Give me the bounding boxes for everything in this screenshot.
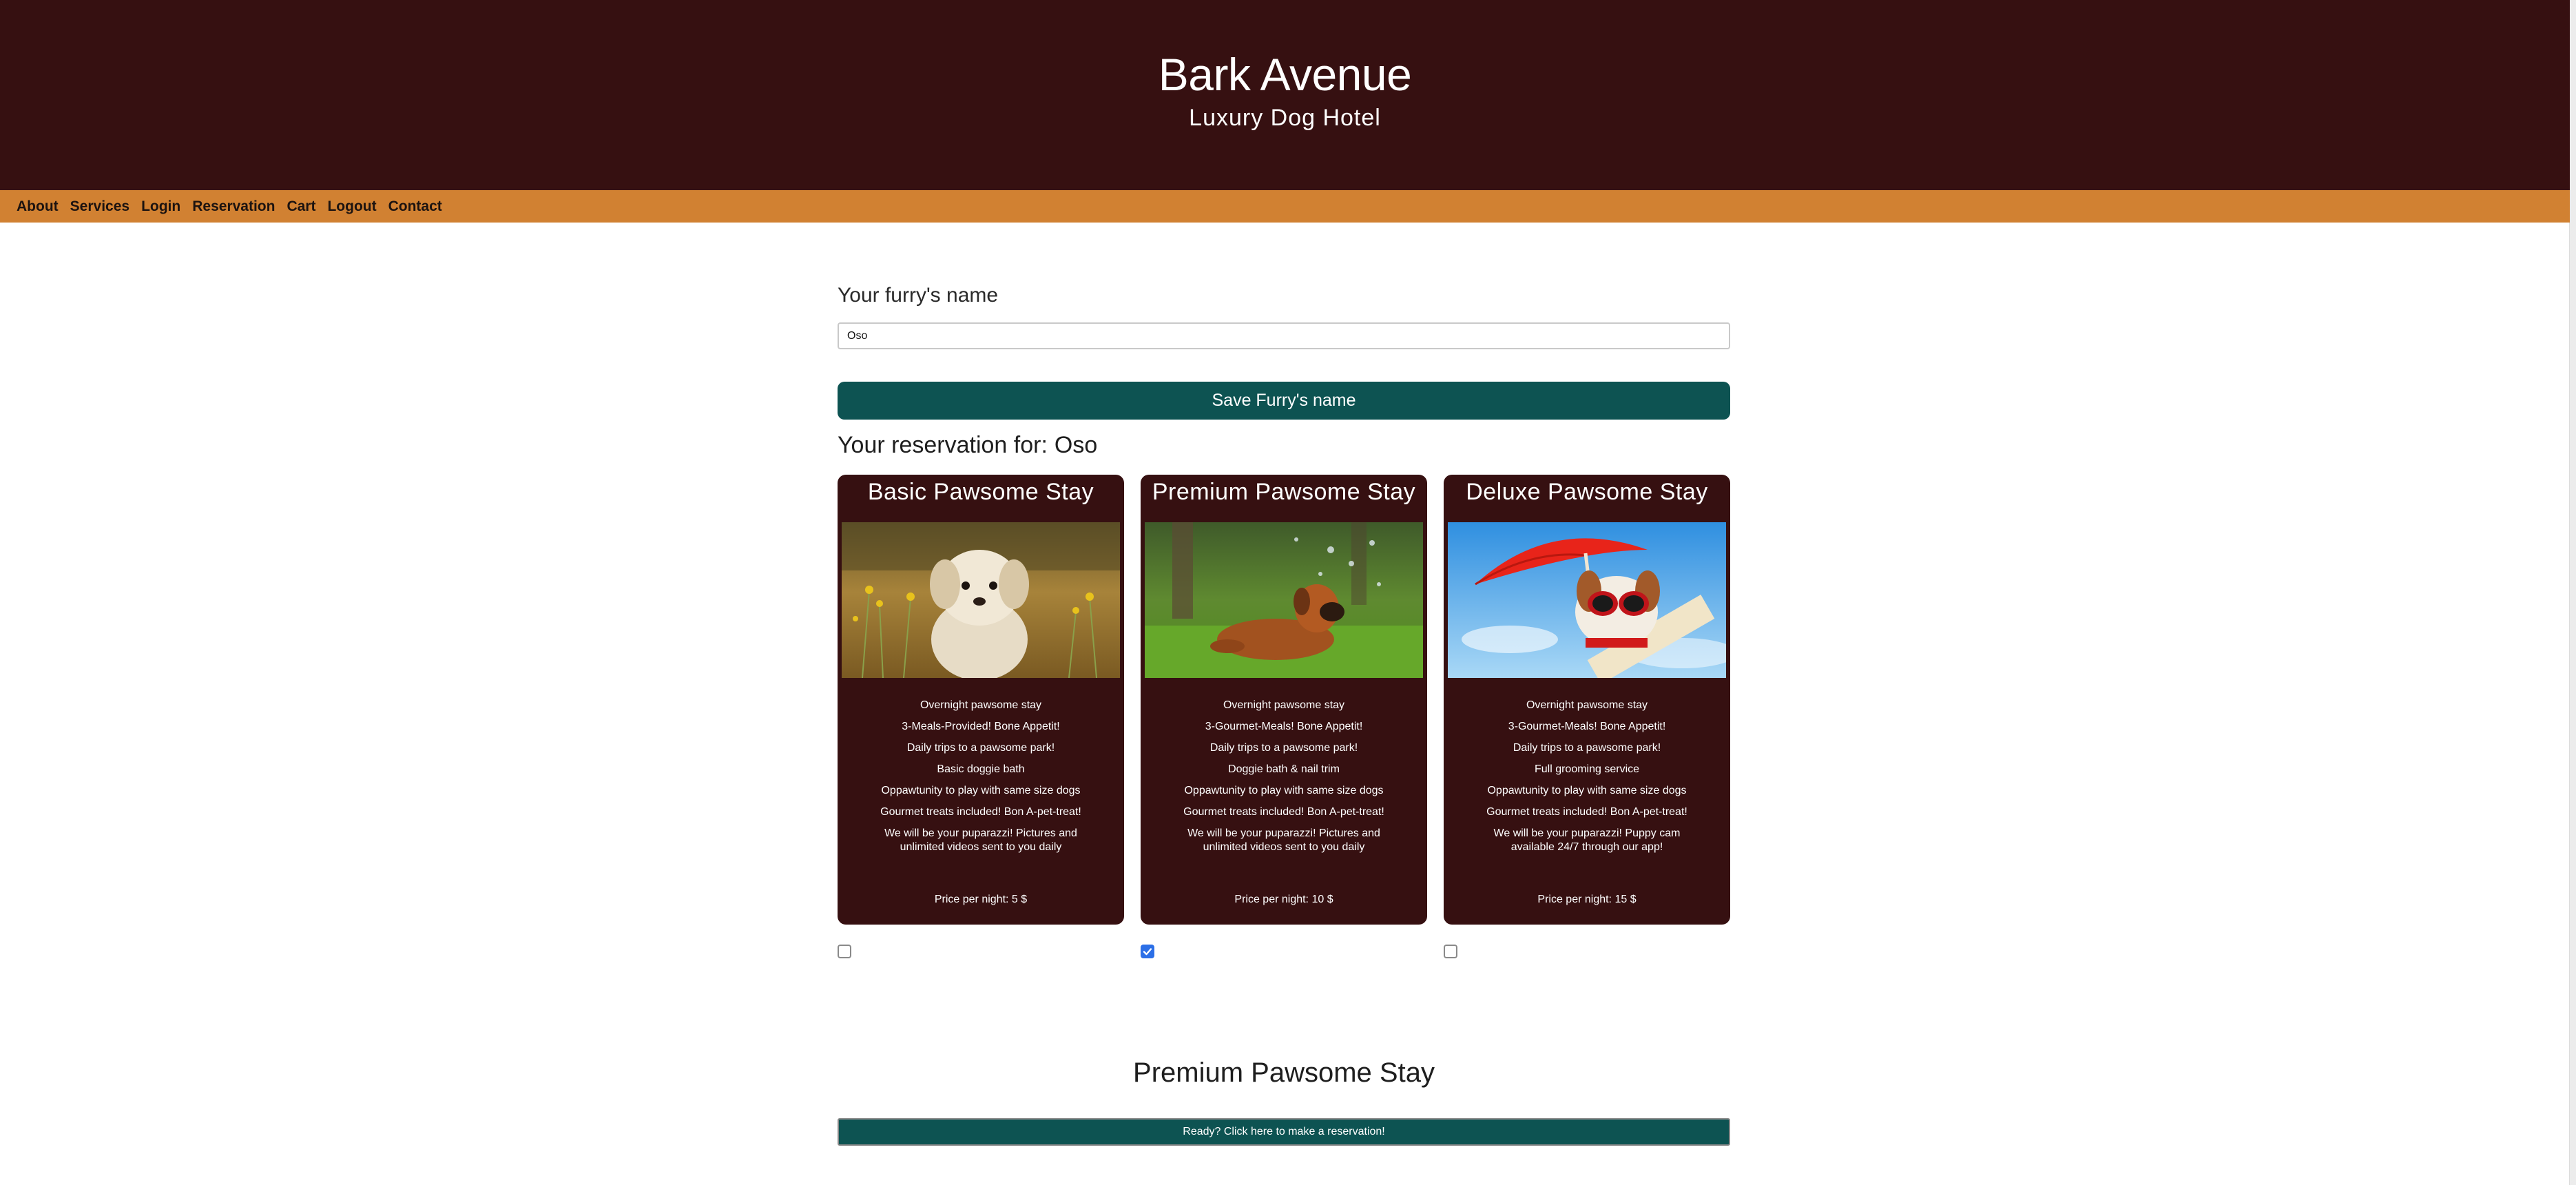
feature-item: Gourmet treats included! Bon A-pet-treat… [1486,806,1687,818]
package-photo-premium [1145,522,1423,678]
package-card-premium: Premium Pawsome Stay Overnight pawsome s… [1141,475,1427,925]
feature-list: Overnight pawsome stay 3-Gourmet-Meals! … [1444,699,1730,862]
feature-item: Full grooming service [1534,763,1640,775]
feature-item: Daily trips to a pawsome park! [906,742,1055,754]
window-scrollbar[interactable] [2569,0,2576,1185]
make-reservation-button[interactable]: Ready? Click here to make a reservation! [838,1118,1730,1146]
feature-list: Overnight pawsome stay 3-Gourmet-Meals! … [1141,699,1427,862]
feature-item: Gourmet treats included! Bon A-pet-treat… [1183,806,1384,818]
package-photo-basic [842,522,1120,678]
nav-services[interactable]: Services [70,198,129,215]
pet-name-label: Your furry's name [838,284,999,307]
dog-with-umbrella-photo [1448,522,1726,678]
feature-item: Oppawtunity to play with same size dogs [1184,785,1384,796]
package-title: Basic Pawsome Stay [867,479,1094,505]
feature-item: Basic doggie bath [937,763,1025,775]
package-title: Premium Pawsome Stay [1152,479,1416,505]
feature-item: Gourmet treats included! Bon A-pet-treat… [880,806,1081,818]
main-nav: About Services Login Reservation Cart Lo… [0,190,2570,223]
feature-item: Overnight pawsome stay [1223,699,1345,711]
feature-item: Oppawtunity to play with same size dogs [1487,785,1687,796]
feature-item: 3-Gourmet-Meals! Bone Appetit! [1508,721,1666,732]
feature-item: Overnight pawsome stay [1526,699,1648,711]
reservation-heading-label: Your reservation for: [838,432,1048,458]
select-deluxe-checkbox[interactable] [1444,945,1457,958]
select-basic-checkbox[interactable] [838,945,851,958]
selected-package-title: Premium Pawsome Stay [1133,1058,1435,1088]
feature-list: Overnight pawsome stay 3-Meals-Provided!… [838,699,1124,862]
select-premium-checkbox[interactable] [1141,945,1154,958]
save-name-button[interactable]: Save Furry's name [838,382,1730,420]
nav-reservation[interactable]: Reservation [192,198,275,215]
feature-item: We will be your puparazzi! Puppy cam ava… [1493,827,1681,853]
nav-contact[interactable]: Contact [388,198,442,215]
dog-in-grass-photo [1145,522,1423,678]
feature-item: Overnight pawsome stay [920,699,1042,711]
feature-item: Daily trips to a pawsome park! [1209,742,1358,754]
feature-item: Oppawtunity to play with same size dogs [881,785,1081,796]
site-title: Bark Avenue [1158,49,1412,100]
package-title: Deluxe Pawsome Stay [1466,479,1708,505]
package-card-basic: Basic Pawsome Stay Overnight pawsome sta… [838,475,1124,925]
nav-login[interactable]: Login [141,198,180,215]
fluffy-puppy-photo [842,522,1120,678]
site-subtitle: Luxury Dog Hotel [1189,105,1381,131]
feature-item: Daily trips to a pawsome park! [1513,742,1661,754]
feature-item: Doggie bath & nail trim [1228,763,1340,775]
package-card-deluxe: Deluxe Pawsome Stay Overnight pawsome st… [1444,475,1730,925]
package-price: Price per night: 10 $ [1234,894,1333,905]
feature-item: 3-Meals-Provided! Bone Appetit! [902,721,1060,732]
package-price: Price per night: 15 $ [1537,894,1637,905]
reservation-heading: Your reservation for: Oso [838,432,1097,459]
pet-name-input[interactable] [838,322,1730,349]
package-price: Price per night: 5 $ [934,894,1028,905]
checkmark-icon [1143,948,1152,956]
site-header: Bark Avenue Luxury Dog Hotel [0,0,2570,190]
nav-logout[interactable]: Logout [327,198,376,215]
nav-cart[interactable]: Cart [287,198,315,215]
package-photo-deluxe [1448,522,1726,678]
feature-item: We will be your puparazzi! Pictures and … [1187,827,1380,853]
reservation-pet-name: Oso [1054,432,1098,458]
feature-item: We will be your puparazzi! Pictures and … [884,827,1077,853]
nav-about[interactable]: About [17,198,59,215]
feature-item: 3-Gourmet-Meals! Bone Appetit! [1205,721,1363,732]
